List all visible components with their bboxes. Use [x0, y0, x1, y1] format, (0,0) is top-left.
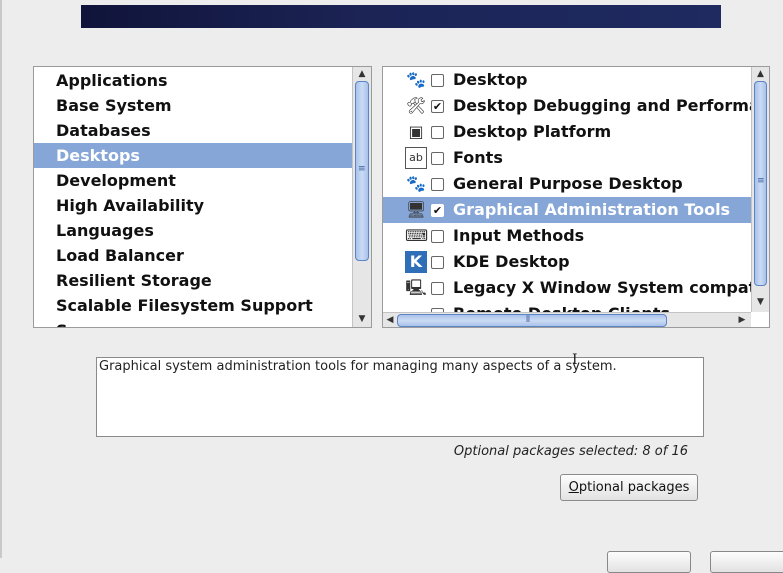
gnome-foot-icon: 🐾 [406, 70, 426, 89]
header-banner [81, 5, 721, 28]
group-checkbox[interactable] [431, 152, 444, 165]
optional-packages-count: Optional packages selected: 8 of 16 [453, 444, 688, 459]
scroll-down-arrow-icon[interactable]: ▼ [752, 295, 769, 309]
category-item[interactable]: Resilient Storage [34, 268, 352, 293]
group-scroll-thumb[interactable]: ≡ [754, 81, 767, 286]
group-row[interactable]: 🐾 General Purpose Desktop [383, 171, 751, 197]
scroll-grip-icon: ⦀ [526, 315, 530, 325]
group-row[interactable]: ⌨ Input Methods [383, 223, 751, 249]
mnemonic-letter: O [568, 480, 579, 495]
scroll-right-arrow-icon[interactable]: ▶ [735, 313, 749, 327]
group-vertical-scrollbar[interactable]: ▲ ≡ ▼ [751, 67, 769, 312]
category-item[interactable]: Databases [34, 118, 352, 143]
group-label: Input Methods [453, 226, 585, 245]
category-item[interactable]: Scalable Filesystem Support [34, 293, 352, 318]
scroll-left-arrow-icon[interactable]: ◀ [383, 313, 397, 327]
group-description-box: Graphical system administration tools fo… [96, 357, 704, 437]
tools-icon: 🛠 [405, 96, 427, 115]
scroll-grip-icon: ≡ [358, 164, 366, 174]
group-checkbox[interactable]: ✔ [431, 100, 444, 113]
category-item[interactable]: High Availability [34, 193, 352, 218]
group-checkbox[interactable] [431, 126, 444, 139]
group-list-pane[interactable]: 🐾 Desktop 🛠 ✔ Desktop Debugging and Performa… [382, 66, 770, 328]
group-row[interactable]: ▣ Desktop Platform [383, 119, 751, 145]
group-label: General Purpose Desktop [453, 174, 683, 193]
group-checkbox[interactable] [431, 282, 444, 295]
group-row[interactable]: 🛠 ✔ Desktop Debugging and Performance Tool… [383, 93, 751, 119]
category-vertical-scrollbar[interactable]: ▲ ≡ ▼ [352, 67, 371, 327]
admin-tools-icon: 🖥 [405, 200, 427, 219]
category-item[interactable]: Development [34, 168, 352, 193]
category-item[interactable]: Load Balancer [34, 243, 352, 268]
category-item[interactable]: Languages [34, 218, 352, 243]
category-list-pane[interactable]: Applications Base System Databases Desktops… [33, 66, 372, 328]
group-horizontal-scrollbar[interactable]: ◀ ⦀ ▶ [383, 312, 751, 327]
group-checkbox[interactable] [431, 178, 444, 191]
scroll-up-arrow-icon[interactable]: ▲ [353, 67, 371, 81]
group-list[interactable]: 🐾 Desktop 🛠 ✔ Desktop Debugging and Performa… [383, 67, 751, 314]
group-row[interactable]: 🖳 Legacy X Window System compatibility [383, 275, 751, 301]
keyboard-icon: ⌨ [405, 226, 429, 245]
next-button[interactable] [710, 551, 783, 573]
gnome-foot-icon: 🐾 [406, 174, 426, 193]
group-horizontal-scroll-thumb[interactable]: ⦀ [397, 314, 667, 327]
category-item[interactable]: Desktops [34, 143, 352, 168]
group-label: Desktop Platform [453, 122, 612, 141]
group-row[interactable]: K KDE Desktop [383, 249, 751, 275]
optional-packages-button[interactable]: Optional packages [560, 474, 698, 501]
group-label: Fonts [453, 148, 503, 167]
window-left-edge [0, 0, 2, 558]
optional-packages-button-label: ptional packages [578, 480, 690, 495]
desktop-platform-icon: ▣ [408, 122, 424, 141]
group-label: Desktop [453, 70, 528, 89]
category-item[interactable]: Applications [34, 68, 352, 93]
category-scroll-thumb[interactable]: ≡ [355, 81, 369, 261]
group-label: Legacy X Window System compatibility [453, 278, 751, 297]
text-cursor-icon: I [572, 352, 578, 368]
fonts-icon: ab [405, 147, 427, 169]
group-row[interactable]: ab Fonts [383, 145, 751, 171]
group-label: Graphical Administration Tools [453, 200, 731, 219]
category-item[interactable]: Base System [34, 93, 352, 118]
group-checkbox[interactable] [431, 256, 444, 269]
monitor-icon: 🖳 [405, 278, 427, 297]
category-list[interactable]: Applications Base System Databases Desktops… [34, 67, 352, 327]
back-button[interactable] [607, 551, 691, 573]
group-row[interactable]: 🐾 Desktop [383, 67, 751, 93]
group-checkbox[interactable] [431, 74, 444, 87]
group-row[interactable]: 🖥 ✔ Graphical Administration Tools [383, 197, 751, 223]
category-item[interactable]: Servers [34, 318, 352, 327]
scroll-down-arrow-icon[interactable]: ▼ [353, 312, 371, 326]
kde-icon: K [405, 251, 427, 273]
group-checkbox[interactable]: ✔ [431, 204, 444, 217]
group-checkbox[interactable] [431, 230, 444, 243]
scroll-grip-icon: ≡ [757, 176, 765, 186]
scroll-up-arrow-icon[interactable]: ▲ [752, 67, 769, 81]
group-label: Desktop Debugging and Performance Tools [453, 96, 751, 115]
group-label: KDE Desktop [453, 252, 570, 271]
